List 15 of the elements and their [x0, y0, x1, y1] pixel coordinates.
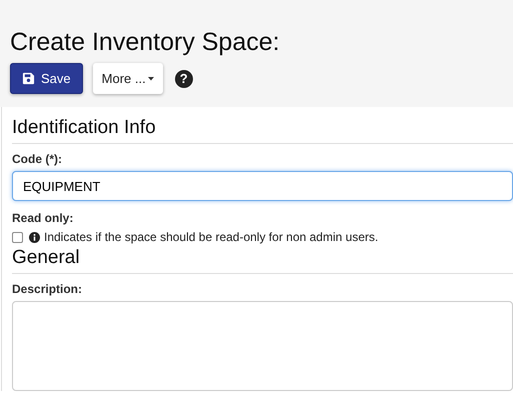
field-label: Read only:	[12, 211, 74, 225]
description-field[interactable]	[12, 301, 513, 391]
section-heading: Identification Info	[12, 116, 513, 144]
read-only-checkbox[interactable]	[12, 232, 23, 242]
field-label: Description:	[12, 282, 84, 296]
field-label: Code (*):	[12, 152, 63, 166]
help-button[interactable]: ?	[174, 70, 193, 88]
code-field[interactable]: EQUIPMENT	[12, 171, 513, 201]
caret-icon	[148, 76, 154, 80]
hint-text: Indicates if the space should be read-only for non admin users.	[44, 230, 378, 244]
info-icon	[29, 232, 40, 242]
section-heading: General	[12, 246, 513, 274]
more-dropdown-button[interactable]: More ...	[92, 63, 163, 94]
save-button[interactable]: Save	[10, 63, 83, 94]
page-title: Create Inventory Space:	[10, 27, 281, 57]
